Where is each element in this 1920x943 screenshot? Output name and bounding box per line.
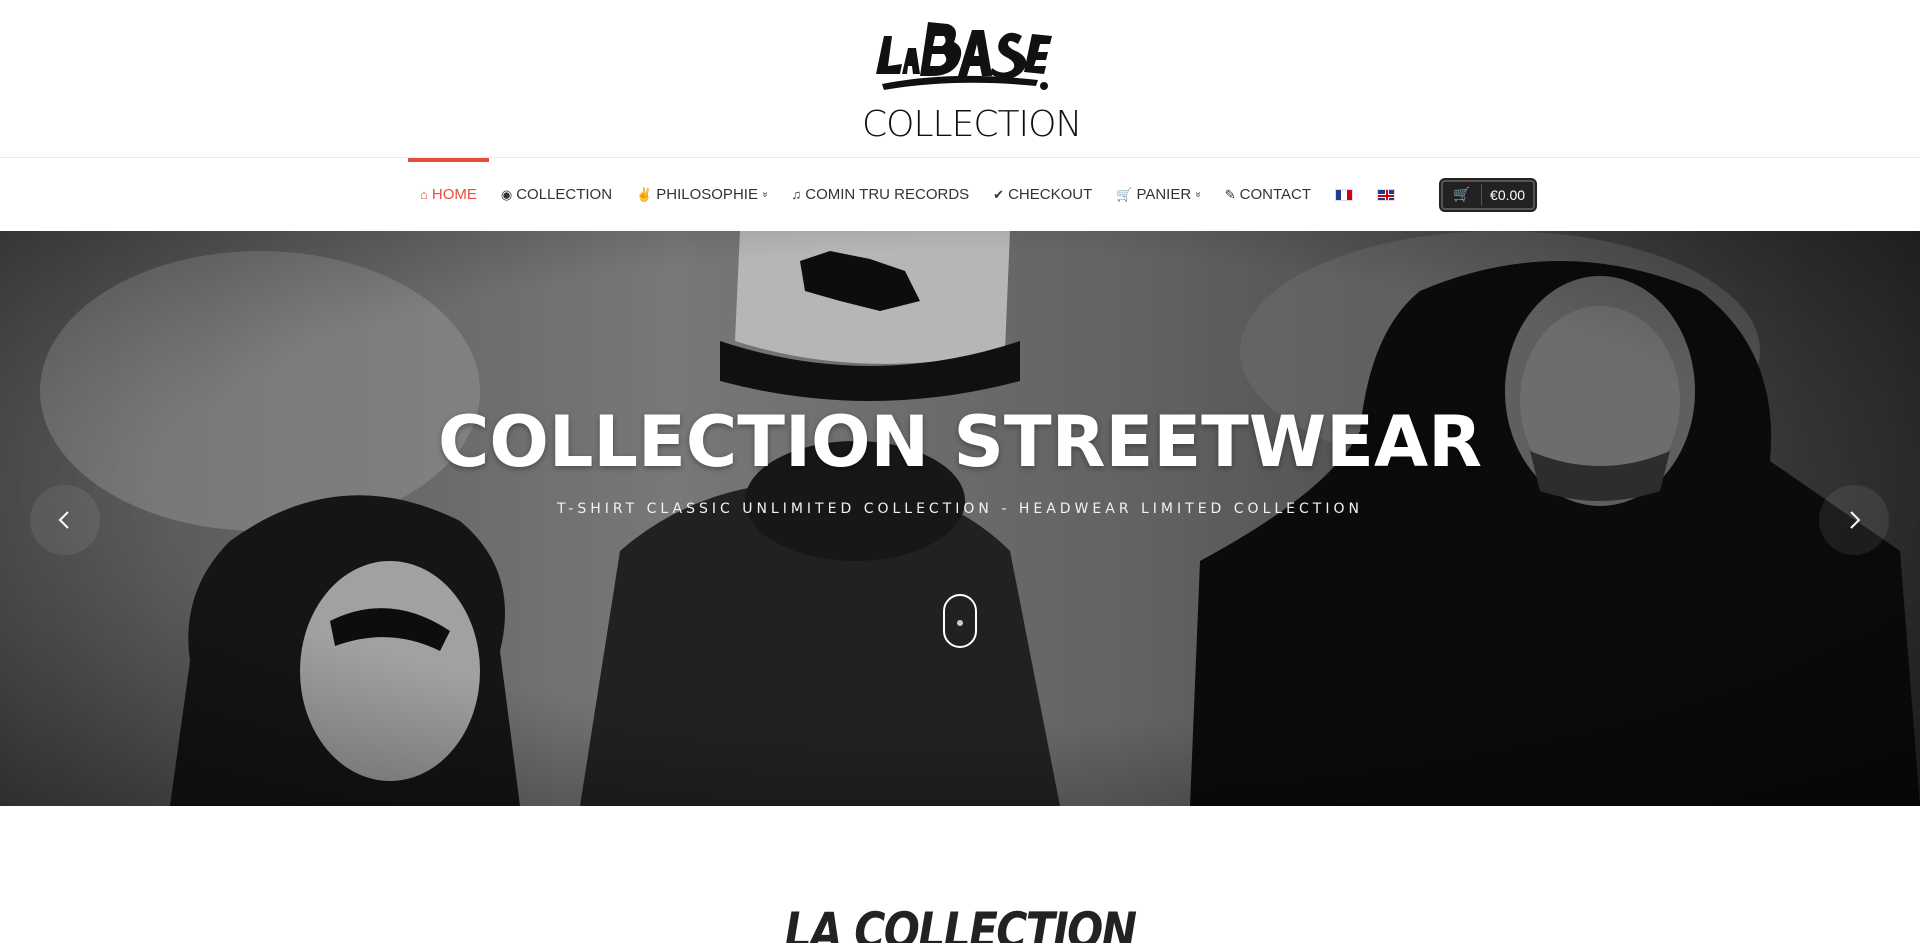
main-navigation: ⌂ HOME ◉ COLLECTION ✌ PHILOSOPHIE» ♫ COMIN TRU … bbox=[0, 158, 1920, 231]
section-title-la-collection: LA COLLECTION bbox=[784, 902, 1138, 943]
nav-item-comin-tru-records[interactable]: ♫ COMIN TRU RECORDS bbox=[780, 158, 982, 231]
nav-item-label: CONTACT bbox=[1239, 186, 1312, 203]
nav-item-home[interactable]: ⌂ HOME bbox=[408, 158, 489, 231]
labase-tag-logo bbox=[876, 22, 1052, 90]
slider-next-button[interactable] bbox=[1819, 485, 1889, 555]
eye-icon: ◉ bbox=[500, 186, 513, 202]
nav-item-label: PHILOSOPHIE bbox=[656, 186, 758, 203]
slider-prev-button[interactable] bbox=[30, 485, 100, 555]
cart-icon: 🛒 bbox=[1116, 186, 1133, 202]
nav-item-label: COLLECTION bbox=[516, 186, 613, 203]
nav-item-checkout[interactable]: ✔ CHECKOUT bbox=[981, 158, 1104, 231]
nav-item-label: COMIN TRU RECORDS bbox=[805, 186, 970, 203]
hero-slider: COLLECTION STREETWEAR T-SHIRT CLASSIC UN… bbox=[0, 231, 1920, 806]
chevron-double-down-icon: » bbox=[1192, 191, 1204, 198]
cart-divider bbox=[1481, 183, 1483, 206]
music-icon: ♫ bbox=[791, 187, 802, 202]
nav-item-contact[interactable]: ✎ CONTACT bbox=[1213, 158, 1323, 231]
hero-background-image bbox=[0, 231, 1920, 806]
peace-hand-icon: ✌ bbox=[636, 186, 653, 202]
chevron-right-icon bbox=[1850, 511, 1861, 529]
shopping-cart-icon: 🛒 bbox=[1453, 186, 1471, 202]
nav-item-collection[interactable]: ◉ COLLECTION bbox=[489, 158, 624, 231]
cart-total-button[interactable]: 🛒 €0.00 bbox=[1441, 179, 1536, 210]
site-header: COLLECTION bbox=[0, 0, 1920, 158]
nav-item-philosophie[interactable]: ✌ PHILOSOPHIE» bbox=[624, 158, 779, 231]
language-fr[interactable] bbox=[1323, 158, 1365, 231]
chevron-left-icon bbox=[58, 511, 69, 529]
nav-item-label: CHECKOUT bbox=[1008, 186, 1093, 203]
nav-cart-wrapper: 🛒 €0.00 bbox=[1407, 158, 1547, 231]
chevron-double-down-icon: » bbox=[759, 191, 771, 198]
logo-subtitle: COLLECTION bbox=[862, 104, 1082, 145]
nav-item-panier[interactable]: 🛒 PANIER» bbox=[1104, 158, 1212, 231]
home-icon: ⌂ bbox=[420, 187, 428, 202]
nav-item-label: PANIER bbox=[1136, 186, 1192, 203]
hero-subtitle: T-SHIRT CLASSIC UNLIMITED COLLECTION - H… bbox=[557, 501, 1363, 517]
nav-menu: ⌂ HOME ◉ COLLECTION ✌ PHILOSOPHIE» ♫ COMIN TRU … bbox=[408, 158, 1547, 231]
flag-uk-icon bbox=[1377, 188, 1396, 201]
nav-item-label: HOME bbox=[431, 186, 477, 203]
language-en[interactable] bbox=[1365, 158, 1407, 231]
site-logo[interactable]: COLLECTION bbox=[862, 14, 1082, 145]
cart-amount: €0.00 bbox=[1490, 186, 1526, 203]
flag-fr-icon bbox=[1335, 188, 1354, 201]
check-icon: ✔ bbox=[993, 186, 1005, 202]
hero-title: COLLECTION STREETWEAR bbox=[437, 401, 1483, 483]
pencil-icon: ✎ bbox=[1224, 186, 1236, 202]
mouse-scroll-icon[interactable] bbox=[943, 594, 977, 648]
